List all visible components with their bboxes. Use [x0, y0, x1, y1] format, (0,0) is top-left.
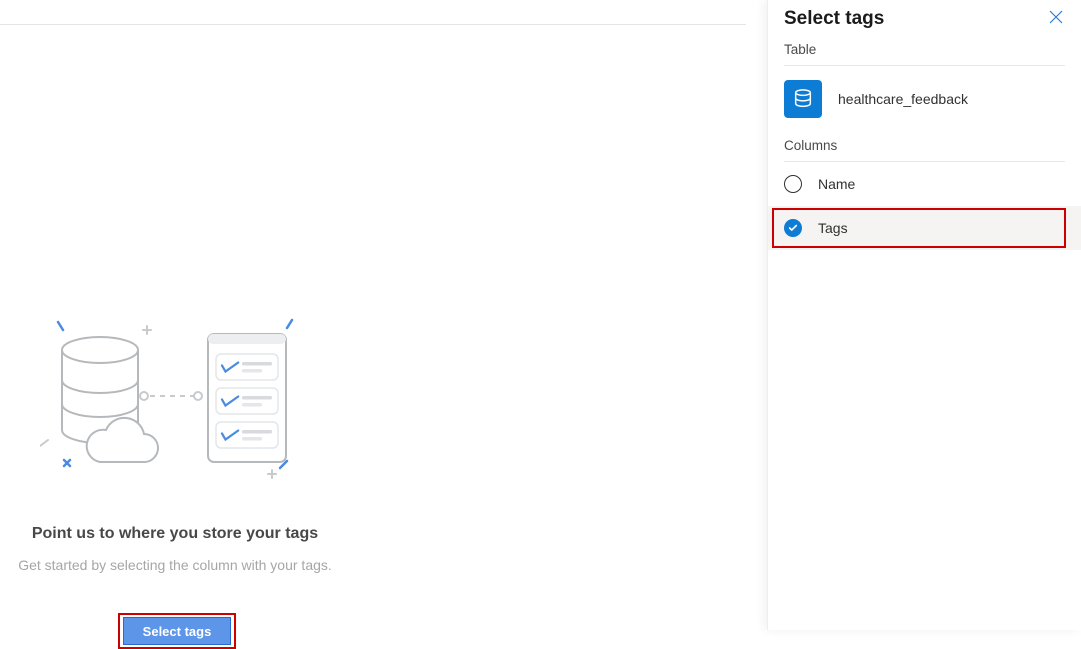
select-tags-panel: Select tags Table healthcare_feedback Co… — [767, 0, 1081, 630]
column-option-highlight — [772, 208, 1066, 248]
select-tags-button[interactable]: Select tags — [123, 617, 231, 645]
empty-state-illustration — [40, 312, 300, 482]
empty-state-subline: Get started by selecting the column with… — [0, 557, 350, 573]
radio-unchecked-icon — [784, 175, 802, 193]
column-label: Name — [818, 176, 855, 192]
column-option-tags[interactable]: Tags — [768, 206, 1081, 250]
database-icon — [784, 80, 822, 118]
main-content: Point us to where you store your tags Ge… — [0, 25, 760, 630]
select-tags-button-highlight: Select tags — [118, 613, 236, 649]
table-row[interactable]: healthcare_feedback — [768, 66, 1081, 132]
panel-title: Select tags — [784, 8, 884, 30]
columns-section-label: Columns — [768, 138, 1081, 161]
close-icon[interactable] — [1047, 10, 1065, 28]
table-section-label: Table — [768, 42, 1081, 65]
empty-state-headline: Point us to where you store your tags — [0, 525, 350, 543]
table-name: healthcare_feedback — [838, 91, 968, 107]
radio-checked-icon — [784, 219, 802, 237]
column-option-name[interactable]: Name — [768, 162, 1081, 206]
column-label: Tags — [818, 220, 848, 236]
